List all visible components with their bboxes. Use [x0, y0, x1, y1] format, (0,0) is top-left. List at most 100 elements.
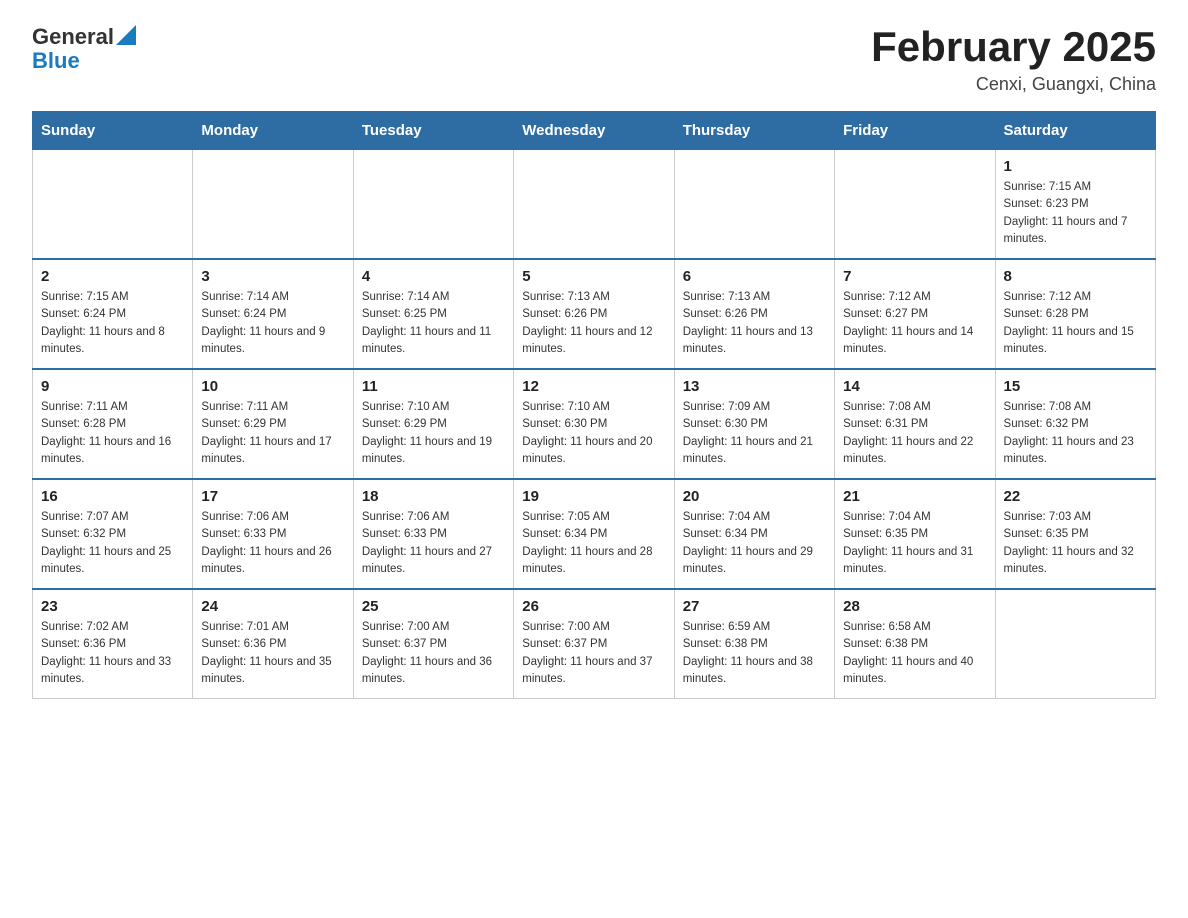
day-number: 19: [522, 488, 665, 505]
calendar-cell: 20 Sunrise: 7:04 AMSunset: 6:34 PMDayligh…: [674, 479, 834, 589]
day-number: 13: [683, 378, 826, 395]
day-info: Sunrise: 7:10 AMSunset: 6:30 PMDaylight:…: [522, 399, 665, 468]
calendar-cell: 6 Sunrise: 7:13 AMSunset: 6:26 PMDaylight…: [674, 259, 834, 369]
calendar-week-row: 9 Sunrise: 7:11 AMSunset: 6:28 PMDaylight…: [33, 369, 1156, 479]
day-number: 14: [843, 378, 986, 395]
day-number: 2: [41, 268, 184, 285]
calendar-week-row: 16 Sunrise: 7:07 AMSunset: 6:32 PMDayligh…: [33, 479, 1156, 589]
calendar-title: February 2025: [871, 24, 1156, 70]
day-number: 6: [683, 268, 826, 285]
day-number: 28: [843, 598, 986, 615]
calendar-cell: [353, 150, 513, 260]
calendar-cell: 8Sunrise: 7:12 AMSunset: 6:28 PMDaylight…: [995, 259, 1155, 369]
day-info: Sunrise: 7:03 AMSunset: 6:35 PMDaylight:…: [1004, 509, 1147, 578]
day-info: Sunrise: 7:06 AMSunset: 6:33 PMDaylight:…: [362, 509, 505, 578]
day-info: Sunrise: 6:59 AMSunset: 6:38 PMDaylight:…: [683, 619, 826, 688]
day-info: Sunrise: 7:09 AMSunset: 6:30 PMDaylight:…: [683, 399, 826, 468]
day-number: 7: [843, 268, 986, 285]
page-header: General Blue February 2025 Cenxi, Guangx…: [32, 24, 1156, 95]
weekday-header-monday: Monday: [193, 112, 353, 150]
weekday-header-friday: Friday: [835, 112, 995, 150]
day-number: 27: [683, 598, 826, 615]
calendar-cell: 10 Sunrise: 7:11 AMSunset: 6:29 PMDayligh…: [193, 369, 353, 479]
calendar-cell: 5 Sunrise: 7:13 AMSunset: 6:26 PMDaylight…: [514, 259, 674, 369]
calendar-cell: 18 Sunrise: 7:06 AMSunset: 6:33 PMDayligh…: [353, 479, 513, 589]
calendar-cell: 24 Sunrise: 7:01 AMSunset: 6:36 PMDayligh…: [193, 589, 353, 699]
day-info: Sunrise: 7:02 AMSunset: 6:36 PMDaylight:…: [41, 619, 184, 688]
calendar-cell: 1Sunrise: 7:15 AMSunset: 6:23 PMDaylight…: [995, 150, 1155, 260]
day-info: Sunrise: 7:12 AMSunset: 6:27 PMDaylight:…: [843, 289, 986, 358]
calendar-cell: [514, 150, 674, 260]
day-info: Sunrise: 6:58 AMSunset: 6:38 PMDaylight:…: [843, 619, 986, 688]
calendar-cell: 11 Sunrise: 7:10 AMSunset: 6:29 PMDayligh…: [353, 369, 513, 479]
day-info: Sunrise: 7:04 AMSunset: 6:34 PMDaylight:…: [683, 509, 826, 578]
day-info: Sunrise: 7:13 AMSunset: 6:26 PMDaylight:…: [522, 289, 665, 358]
day-number: 12: [522, 378, 665, 395]
logo-blue-text: Blue: [32, 48, 80, 74]
day-info: Sunrise: 7:13 AMSunset: 6:26 PMDaylight:…: [683, 289, 826, 358]
calendar-subtitle: Cenxi, Guangxi, China: [871, 74, 1156, 95]
calendar-cell: 13 Sunrise: 7:09 AMSunset: 6:30 PMDayligh…: [674, 369, 834, 479]
calendar-cell: [835, 150, 995, 260]
calendar-cell: 12 Sunrise: 7:10 AMSunset: 6:30 PMDayligh…: [514, 369, 674, 479]
weekday-header-tuesday: Tuesday: [353, 112, 513, 150]
calendar-cell: 4 Sunrise: 7:14 AMSunset: 6:25 PMDaylight…: [353, 259, 513, 369]
calendar-cell: [674, 150, 834, 260]
day-number: 4: [362, 268, 505, 285]
day-info: Sunrise: 7:00 AMSunset: 6:37 PMDaylight:…: [362, 619, 505, 688]
day-number: 15: [1004, 378, 1147, 395]
calendar-cell: 25 Sunrise: 7:00 AMSunset: 6:37 PMDayligh…: [353, 589, 513, 699]
calendar-cell: 28 Sunrise: 6:58 AMSunset: 6:38 PMDayligh…: [835, 589, 995, 699]
day-info: Sunrise: 7:11 AMSunset: 6:28 PMDaylight:…: [41, 399, 184, 468]
day-number: 22: [1004, 488, 1147, 505]
calendar-week-row: 1Sunrise: 7:15 AMSunset: 6:23 PMDaylight…: [33, 150, 1156, 260]
day-number: 1: [1004, 158, 1147, 175]
day-number: 10: [201, 378, 344, 395]
weekday-header-wednesday: Wednesday: [514, 112, 674, 150]
calendar-cell: 17 Sunrise: 7:06 AMSunset: 6:33 PMDayligh…: [193, 479, 353, 589]
day-number: 5: [522, 268, 665, 285]
logo-triangle-icon: [116, 25, 136, 45]
day-info: Sunrise: 7:01 AMSunset: 6:36 PMDaylight:…: [201, 619, 344, 688]
day-info: Sunrise: 7:14 AMSunset: 6:25 PMDaylight:…: [362, 289, 505, 358]
calendar-cell: 21 Sunrise: 7:04 AMSunset: 6:35 PMDayligh…: [835, 479, 995, 589]
logo: General Blue: [32, 24, 136, 74]
calendar-week-row: 2 Sunrise: 7:15 AMSunset: 6:24 PMDaylight…: [33, 259, 1156, 369]
day-info: Sunrise: 7:06 AMSunset: 6:33 PMDaylight:…: [201, 509, 344, 578]
day-number: 25: [362, 598, 505, 615]
day-info: Sunrise: 7:04 AMSunset: 6:35 PMDaylight:…: [843, 509, 986, 578]
day-info: Sunrise: 7:14 AMSunset: 6:24 PMDaylight:…: [201, 289, 344, 358]
calendar-cell: 26Sunrise: 7:00 AMSunset: 6:37 PMDayligh…: [514, 589, 674, 699]
weekday-header-row: SundayMondayTuesdayWednesdayThursdayFrid…: [33, 112, 1156, 150]
day-number: 9: [41, 378, 184, 395]
calendar-cell: 2 Sunrise: 7:15 AMSunset: 6:24 PMDaylight…: [33, 259, 193, 369]
day-number: 3: [201, 268, 344, 285]
day-number: 24: [201, 598, 344, 615]
calendar-cell: 22 Sunrise: 7:03 AMSunset: 6:35 PMDayligh…: [995, 479, 1155, 589]
day-number: 18: [362, 488, 505, 505]
day-info: Sunrise: 7:08 AMSunset: 6:31 PMDaylight:…: [843, 399, 986, 468]
day-info: Sunrise: 7:07 AMSunset: 6:32 PMDaylight:…: [41, 509, 184, 578]
calendar-cell: 23 Sunrise: 7:02 AMSunset: 6:36 PMDayligh…: [33, 589, 193, 699]
calendar-cell: 27 Sunrise: 6:59 AMSunset: 6:38 PMDayligh…: [674, 589, 834, 699]
day-number: 23: [41, 598, 184, 615]
day-number: 8: [1004, 268, 1147, 285]
calendar-cell: [33, 150, 193, 260]
day-info: Sunrise: 7:11 AMSunset: 6:29 PMDaylight:…: [201, 399, 344, 468]
day-number: 17: [201, 488, 344, 505]
title-block: February 2025 Cenxi, Guangxi, China: [871, 24, 1156, 95]
calendar-cell: 16 Sunrise: 7:07 AMSunset: 6:32 PMDayligh…: [33, 479, 193, 589]
weekday-header-sunday: Sunday: [33, 112, 193, 150]
day-number: 16: [41, 488, 184, 505]
calendar-cell: [995, 589, 1155, 699]
day-info: Sunrise: 7:05 AMSunset: 6:34 PMDaylight:…: [522, 509, 665, 578]
calendar-week-row: 23 Sunrise: 7:02 AMSunset: 6:36 PMDayligh…: [33, 589, 1156, 699]
day-info: Sunrise: 7:15 AMSunset: 6:24 PMDaylight:…: [41, 289, 184, 358]
logo-general-text: General: [32, 24, 114, 50]
day-number: 11: [362, 378, 505, 395]
calendar-cell: 3 Sunrise: 7:14 AMSunset: 6:24 PMDaylight…: [193, 259, 353, 369]
day-info: Sunrise: 7:00 AMSunset: 6:37 PMDaylight:…: [522, 619, 665, 688]
day-number: 20: [683, 488, 826, 505]
day-info: Sunrise: 7:10 AMSunset: 6:29 PMDaylight:…: [362, 399, 505, 468]
day-number: 21: [843, 488, 986, 505]
